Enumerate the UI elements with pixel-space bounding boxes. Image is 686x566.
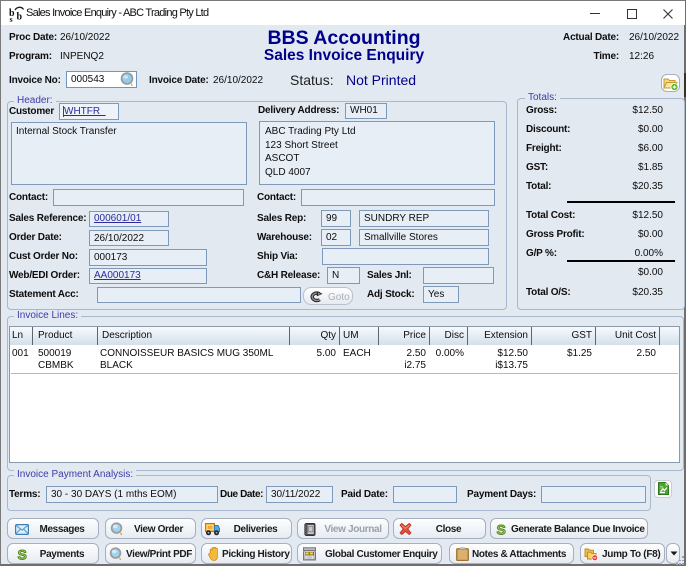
svg-text:b: b	[17, 12, 23, 23]
svg-text:S: S	[497, 522, 506, 537]
svg-text:s: s	[10, 15, 13, 22]
svg-text:S: S	[18, 547, 27, 562]
